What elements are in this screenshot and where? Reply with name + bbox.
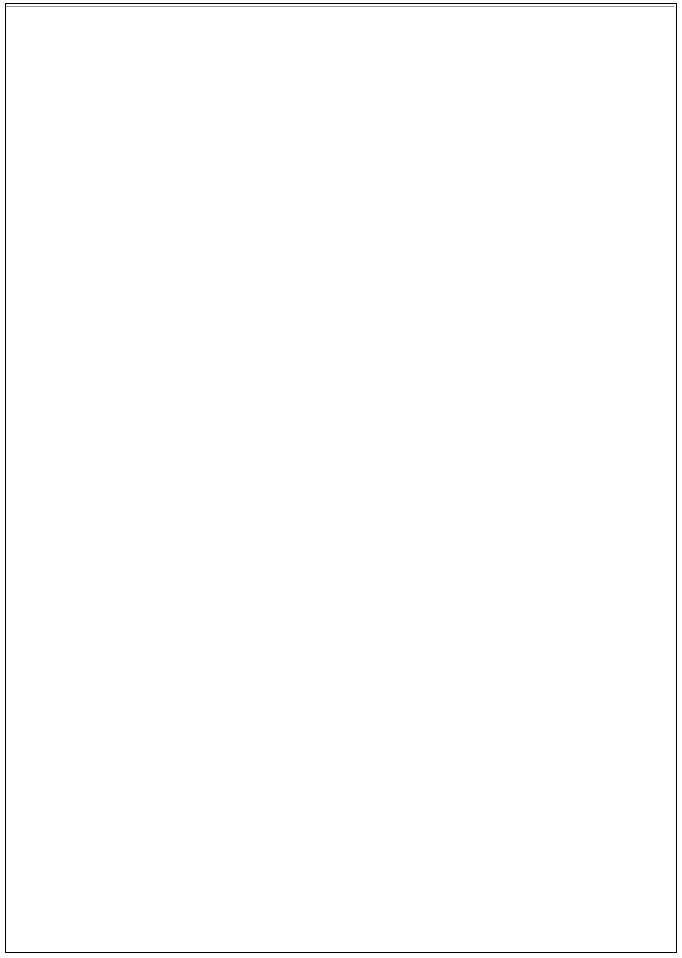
flowchart <box>0 0 682 958</box>
